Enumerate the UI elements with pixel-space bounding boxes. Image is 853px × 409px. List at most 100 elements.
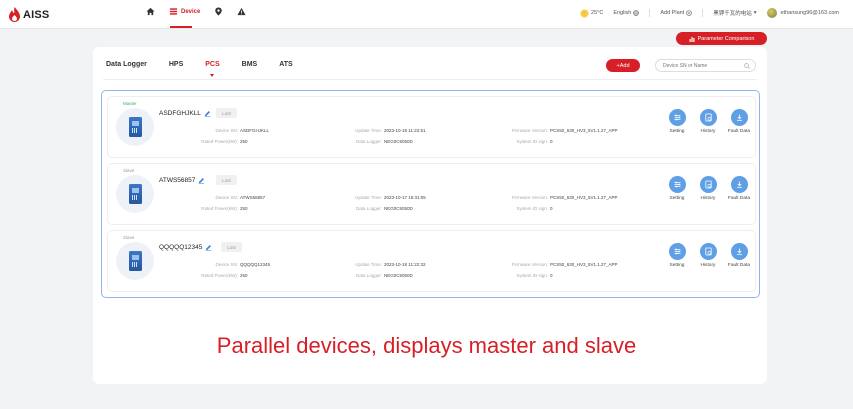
chevron-down-icon: ▾ (753, 10, 757, 16)
rated-power-label: Rated Power(kW): (201, 273, 238, 278)
avatar (766, 8, 777, 18)
header-right: 25°C English Add Plant 黑钾千瓦的电站 ▾ ethansu… (581, 8, 839, 18)
search-input[interactable] (663, 62, 743, 69)
caption: Parallel devices, displays master and sl… (216, 333, 637, 358)
update-time-value: 2023-10-18 11:22:51 (384, 128, 426, 133)
tab-data-logger[interactable]: Data Logger (106, 61, 147, 68)
device-name[interactable]: ASDFGHJKLL (159, 110, 201, 117)
system-id-value: 0 (550, 139, 553, 144)
logo[interactable]: AISS (8, 7, 49, 22)
device-row[interactable]: Master ASDFGHJKLL Lost Device SN: ASDFGH… (107, 96, 756, 158)
top-bar: AISS Device 25°C English Add Plant 黑钾千瓦的… (0, 0, 853, 29)
bar-chart-icon (689, 36, 695, 42)
pcs-cabinet-icon (128, 184, 142, 204)
device-sn-value: QQQQQ12345 (240, 262, 271, 267)
device-image (116, 108, 154, 146)
setting-button[interactable]: Setting (662, 243, 692, 268)
rated-power-field: Rated Power(kW): (160, 139, 238, 144)
history-button[interactable]: History (693, 243, 723, 268)
setting-button[interactable]: Setting (662, 176, 692, 201)
device-name[interactable]: QQQQQ12345 (159, 244, 202, 251)
system-id-value: 0 (550, 273, 553, 278)
nav-device-label: Device (181, 8, 201, 15)
language-selector[interactable]: English (613, 10, 640, 16)
search-icon[interactable] (744, 63, 750, 69)
device-sn-value: ASDFGHJKLL (240, 128, 270, 133)
edit-pencil-icon[interactable] (205, 244, 212, 251)
device-row[interactable]: Slave QQQQQ12345 Lost Device SN: QQQQQ12… (107, 230, 756, 292)
nav-home[interactable] (146, 7, 155, 16)
fault-data-button[interactable]: Fault Data (724, 109, 754, 134)
fault-data-button[interactable]: Fault Data (724, 176, 754, 201)
rated-power-value: 250 (240, 139, 248, 144)
history-button[interactable]: History (693, 109, 723, 134)
globe-icon (633, 10, 640, 16)
logo-text: AISS (23, 8, 50, 21)
system-id-label: System ID sign: (516, 139, 548, 144)
warning-icon (237, 7, 246, 16)
setting-button[interactable]: Setting (662, 109, 692, 134)
history-doc-icon (704, 113, 712, 122)
data-logger-label: Data Logger: (355, 206, 382, 211)
header-divider (702, 9, 704, 17)
rated-power-field: Rated Power(kW): (160, 206, 238, 211)
rated-power-value: 250 (240, 206, 248, 211)
settings-sliders-icon (674, 181, 680, 188)
sun-icon (581, 9, 589, 17)
update-time-label: Update Time: (355, 195, 382, 200)
language-label: English (613, 10, 632, 16)
fault-data-button[interactable]: Fault Data (724, 243, 754, 268)
setting-label: Setting (669, 263, 685, 268)
pcs-cabinet-icon (128, 251, 142, 271)
edit-pencil-icon[interactable] (198, 177, 205, 184)
device-sn-label: Device SN: (215, 195, 238, 200)
nav-map[interactable] (214, 7, 223, 16)
device-role: Slave (123, 168, 135, 173)
edit-pencil-icon[interactable] (204, 110, 211, 117)
parallel-device-list: Master ASDFGHJKLL Lost Device SN: ASDFGH… (101, 90, 760, 298)
firmware-value: PCS50_630_HV3_5V1.1.27_APP (550, 262, 618, 267)
data-logger-value: NEG0C5050D (384, 206, 413, 211)
tab-hps[interactable]: HPS (169, 61, 183, 68)
tab-bms[interactable]: BMS (242, 61, 258, 68)
fault-data-label: Fault Data (727, 196, 751, 201)
data-logger-label: Data Logger: (355, 139, 382, 144)
rated-power-label: Rated Power(kW): (201, 206, 238, 211)
add-plant-button[interactable]: Add Plant (660, 10, 693, 16)
data-logger-value: NEG0C5050D (384, 139, 413, 144)
station-selector[interactable]: 黑钾千瓦的电站 ▾ (713, 9, 756, 17)
device-sn-value: ATWS56857 (240, 195, 266, 200)
rated-power-field: Rated Power(kW): (160, 273, 238, 278)
tab-pcs[interactable]: PCS (205, 61, 219, 68)
user-email: ethansung96@163.com (780, 10, 840, 16)
history-label: History (700, 129, 716, 134)
history-doc-icon (704, 247, 712, 256)
device-row[interactable]: Slave ATWS56857 Lost Device SN: ATWS5685… (107, 163, 756, 225)
station-name: 黑钾千瓦的电站 (713, 11, 752, 17)
device-sn-label: Device SN: (215, 262, 238, 267)
add-device-button[interactable]: +Add (606, 59, 640, 72)
pcs-cabinet-icon (128, 117, 142, 137)
parameter-comparison-button[interactable]: Parameter Comparison (676, 32, 767, 45)
device-name[interactable]: ATWS56857 (159, 177, 195, 184)
history-label: History (700, 196, 716, 201)
device-sn-label: Device SN: (215, 128, 238, 133)
download-icon (736, 181, 742, 188)
system-id-label: System ID sign: (516, 206, 548, 211)
data-logger-value: NEG0C5050D (384, 273, 413, 278)
system-id-label: System ID sign: (516, 273, 548, 278)
history-button[interactable]: History (693, 176, 723, 201)
user-menu[interactable]: ethansung96@163.com (766, 8, 840, 18)
firmware-value: PCS50_630_HV3_5V1.1.27_APP (550, 195, 618, 200)
tab-ats[interactable]: ATS (279, 61, 292, 68)
device-sn-field: Device SN: (160, 262, 238, 267)
setting-label: Setting (669, 196, 685, 201)
device-role: Master (123, 101, 137, 106)
download-icon (736, 114, 742, 121)
system-id-value: 0 (550, 206, 553, 211)
device-type-tabs: Data Logger HPS PCS BMS ATS (106, 61, 315, 68)
nav-active-underline (170, 26, 192, 28)
nav-alarm[interactable] (237, 7, 246, 16)
weather: 25°C (581, 9, 603, 17)
nav-device[interactable]: Device (169, 7, 200, 16)
